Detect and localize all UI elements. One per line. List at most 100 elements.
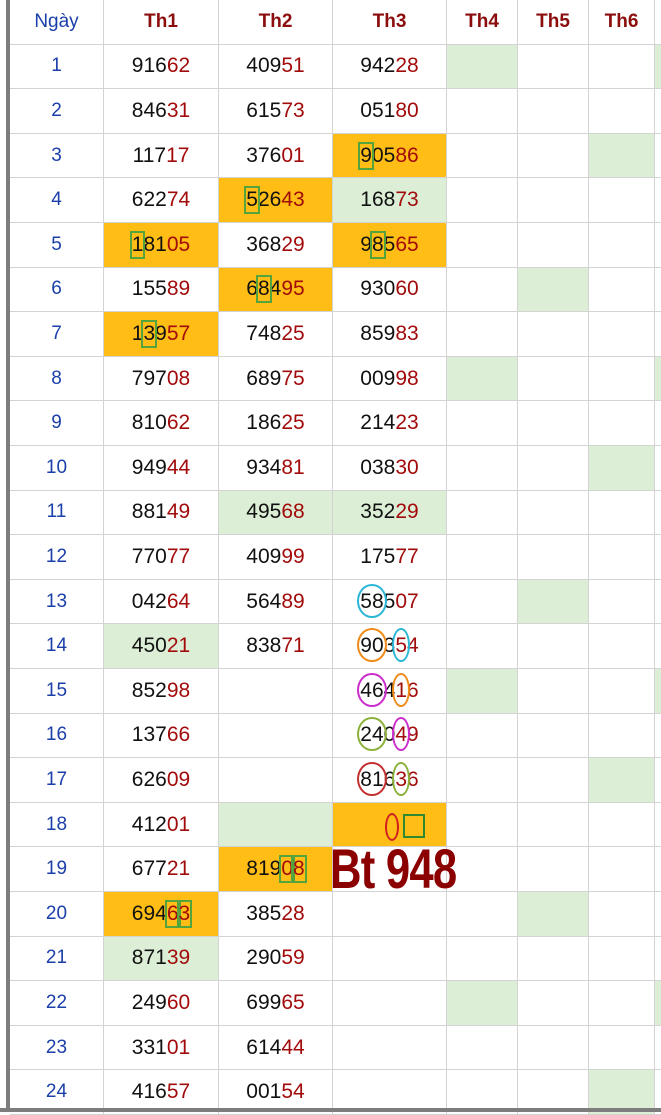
result-number: 00154 — [246, 1080, 304, 1104]
table-bottom-border — [0, 1108, 661, 1112]
result-cell — [589, 892, 655, 937]
day-cell: 18 — [10, 802, 104, 848]
tail-digit: 1 — [293, 143, 305, 167]
tail-digit: 6 — [407, 767, 419, 791]
result-cell — [655, 669, 661, 714]
head-digit: 0 — [360, 455, 372, 479]
result-cell: 90586 — [333, 133, 447, 179]
head-digit: 6 — [383, 767, 396, 791]
tail-digit: 7 — [178, 321, 191, 345]
result-cell: 58507 — [333, 579, 447, 625]
head-digit: 9 — [143, 366, 156, 390]
result-cell — [518, 178, 589, 223]
result-cell: 93060 — [333, 267, 447, 313]
head-digit: 5 — [143, 678, 156, 702]
result-cell — [447, 624, 518, 669]
result-cell: 94944 — [104, 446, 219, 491]
table-row: 11 88149 49568 35229 — [10, 490, 661, 536]
head-digit: 0 — [371, 366, 384, 390]
result-number: 18105 — [129, 230, 190, 259]
head-digit: 6 — [269, 143, 282, 167]
result-number: 90586 — [358, 141, 419, 170]
result-cell — [589, 669, 655, 714]
head-digit: 6 — [155, 1080, 167, 1104]
result-number: 41201 — [132, 813, 190, 837]
table-row: 10 94944 93481 03830 — [10, 446, 661, 491]
result-number: 21423 — [360, 411, 418, 435]
result-cell: 13957 — [104, 312, 219, 357]
head-digit: 9 — [257, 946, 270, 970]
result-cell: 85298 — [104, 669, 219, 714]
head-digit: 6 — [257, 589, 270, 613]
result-cell — [447, 401, 518, 446]
result-number: 45021 — [132, 634, 190, 658]
result-cell — [655, 1026, 661, 1071]
head-digit: 4 — [143, 98, 156, 122]
tail-digit: 0 — [407, 455, 419, 479]
result-cell — [447, 1025, 518, 1071]
head-digit: 8 — [269, 634, 282, 658]
result-number: 33101 — [132, 1036, 190, 1060]
result-cell: 62274 — [104, 178, 219, 223]
result-cell — [655, 714, 661, 759]
result-number: 69965 — [246, 991, 304, 1015]
tail-digit: 7 — [281, 98, 294, 122]
head-digit: 4 — [360, 678, 372, 702]
head-digit: 7 — [154, 143, 167, 167]
head-digit: 0 — [246, 1080, 258, 1104]
result-number: 81908 — [246, 855, 307, 884]
head-digit: 8 — [360, 321, 372, 345]
tail-digit: 9 — [407, 723, 419, 747]
result-cell — [655, 981, 661, 1026]
result-cell — [333, 981, 447, 1026]
result-cell — [655, 535, 661, 580]
result-cell: 11717 — [104, 133, 219, 179]
result-cell: 90354 — [333, 624, 447, 669]
result-cell — [589, 936, 655, 982]
result-cell — [518, 535, 589, 580]
tail-digit: 2 — [166, 857, 179, 881]
header-th3: Th3 — [333, 0, 447, 45]
result-cell — [518, 713, 589, 759]
result-cell — [447, 936, 518, 982]
head-digit: 5 — [383, 143, 396, 167]
head-digit: 5 — [360, 589, 372, 613]
result-cell — [447, 178, 518, 223]
table-row: 22 24960 69965 — [10, 981, 661, 1026]
result-number: 49568 — [246, 500, 304, 524]
tail-digit: 0 — [166, 1035, 179, 1059]
head-digit: 3 — [257, 634, 270, 658]
result-number: 93481 — [246, 456, 304, 480]
day-cell: 6 — [10, 267, 104, 313]
bt-annotation: Bt 948 — [330, 837, 457, 900]
header-overflow — [655, 0, 661, 45]
day-cell: 22 — [10, 981, 104, 1026]
head-digit: 0 — [371, 634, 384, 658]
result-cell: 81062 — [104, 401, 219, 446]
result-cell — [589, 579, 655, 625]
head-digit: 1 — [129, 230, 146, 259]
result-cell — [655, 44, 661, 90]
head-digit: 7 — [155, 366, 167, 390]
head-digit: 7 — [143, 857, 156, 881]
result-number: 61444 — [246, 1036, 304, 1060]
result-cell: 85983 — [333, 312, 447, 357]
head-digit: 3 — [246, 901, 258, 925]
result-cell — [655, 847, 661, 892]
tail-digit: 6 — [281, 500, 294, 524]
tail-digit: 0 — [407, 277, 419, 301]
head-digit: 8 — [383, 188, 396, 212]
tail-digit: 6 — [166, 589, 179, 613]
result-cell: 67721 — [104, 847, 219, 892]
tail-digit: 4 — [293, 1035, 305, 1059]
head-digit: 3 — [246, 143, 258, 167]
table-row: 21 87139 29059 — [10, 936, 661, 982]
result-cell — [518, 89, 589, 134]
result-number: 68975 — [246, 367, 304, 391]
result-cell: 93481 — [219, 446, 333, 491]
result-cell: 37601 — [219, 133, 333, 179]
head-digit: 2 — [143, 188, 156, 212]
result-cell — [655, 937, 661, 982]
head-digit: 6 — [246, 990, 258, 1014]
result-cell: 38528 — [219, 892, 333, 937]
